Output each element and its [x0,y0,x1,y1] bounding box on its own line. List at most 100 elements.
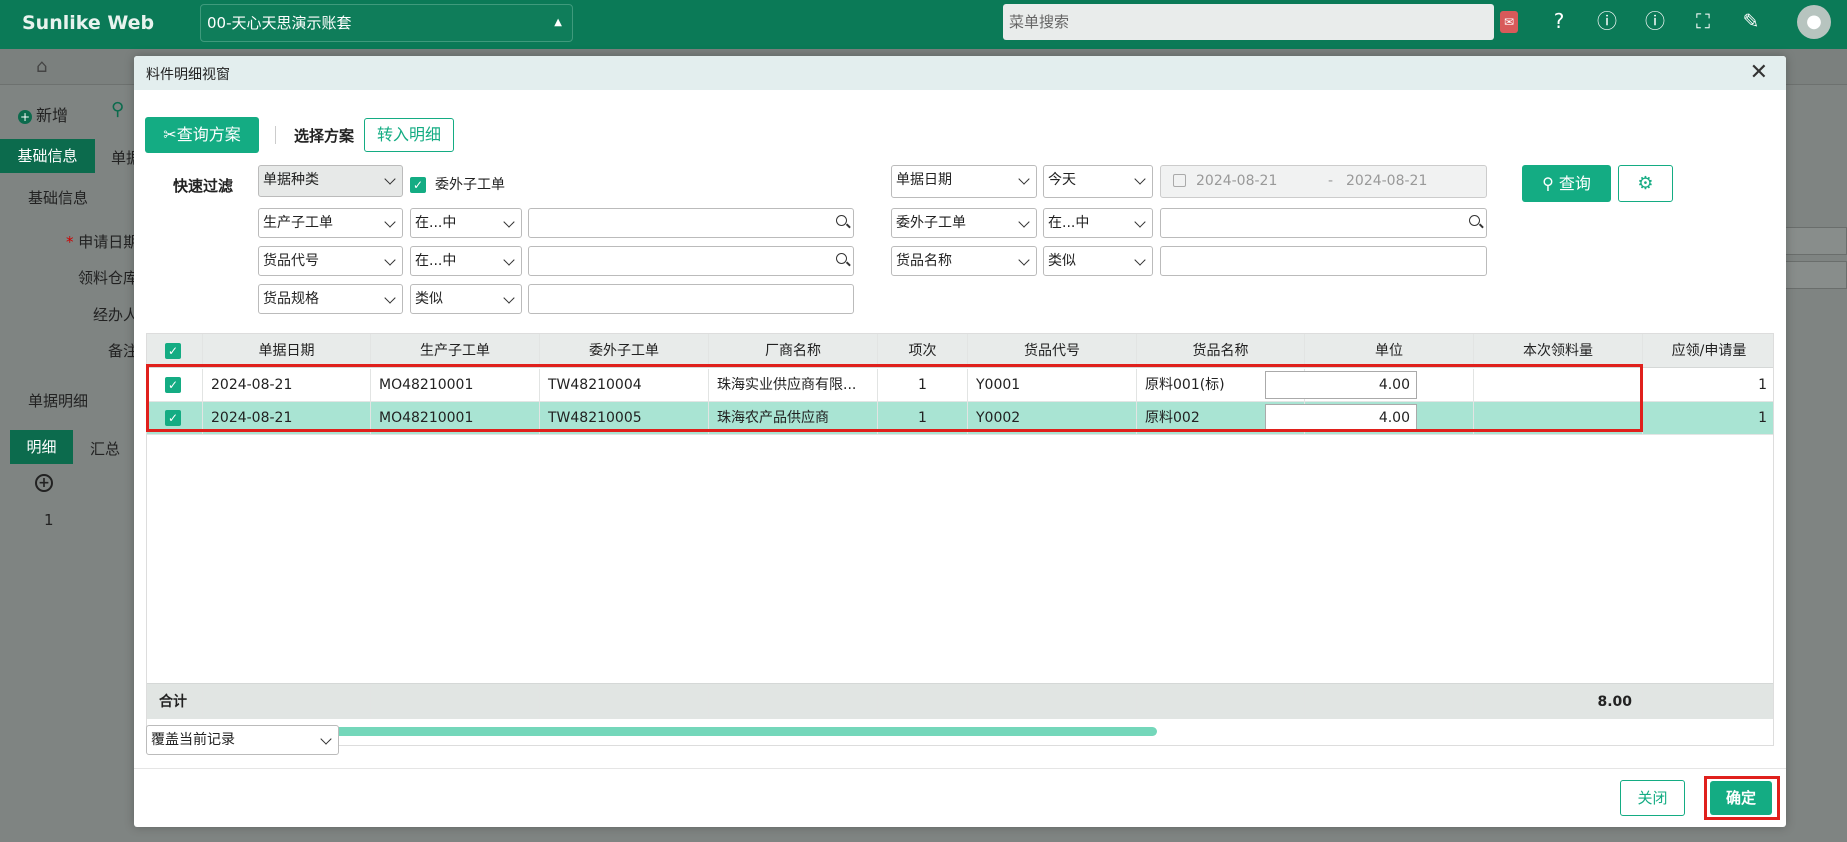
filter-field-select-5[interactable]: 货品规格 [258,284,403,314]
col-header-name[interactable]: 货品名称 [1137,334,1305,367]
dialog-header: 料件明细视窗 ✕ [134,56,1786,90]
chevron-down-icon [384,216,396,228]
top-icons: ✉ ? ⓘ ⓘ ⛶ ✎ [1500,8,1764,34]
chevron-down-icon [1134,216,1146,228]
filter-op-select-5[interactable]: 类似 [410,284,522,314]
search-icon[interactable] [1469,215,1480,226]
info-icon[interactable]: ⓘ [1594,8,1620,34]
query-scheme-button[interactable]: ✂查询方案 [145,117,259,153]
bg-add-row-icon[interactable]: + [35,474,53,492]
chevron-down-icon [384,292,396,304]
notification-icon[interactable]: ✉ [1500,11,1518,33]
bg-add-button[interactable]: + 新增 [18,102,68,126]
fullscreen-icon[interactable]: ⛶ [1690,8,1716,34]
foot-cell [1643,684,1773,719]
filter-value-input-1[interactable] [528,208,854,238]
avatar[interactable]: ● [1797,5,1831,39]
bg-tab-basic[interactable]: 基础信息 [0,139,95,173]
foot-cell [878,684,968,719]
close-icon[interactable]: ✕ [1750,60,1768,85]
col-header-req[interactable]: 应领/申请量 [1643,334,1773,367]
filter-field-select-4[interactable]: 货品名称 [891,246,1037,276]
bg-field-request-date: * 申请日期 [66,233,139,251]
filter-field-select-2[interactable]: 委外子工单 [891,208,1037,238]
bg-field-handler: 经办人 [93,306,139,324]
filter-field-select-1[interactable]: 生产子工单 [258,208,403,238]
date-from: 2024-08-21 [1196,173,1278,189]
brand-logo: Sunlike Web [22,12,155,34]
col-header-vendor[interactable]: 厂商名称 [709,334,878,367]
clean-icon[interactable]: ✎ [1738,8,1764,34]
ok-button[interactable]: 确定 [1710,781,1772,815]
account-name: 00-天心天思演示账套 [207,14,352,32]
overwrite-mode-select[interactable]: 覆盖当前记录 [146,725,339,755]
bg-row-number: 1 [44,511,54,529]
chevron-down-icon [503,292,515,304]
close-button[interactable]: 关闭 [1620,780,1685,816]
filter-value-input-5[interactable] [528,284,854,314]
cell-req: 1 [1758,377,1767,393]
foot-cell [371,684,540,719]
bg-tab-summary[interactable]: 汇总 [90,438,120,459]
filter-op-select-4[interactable]: 类似 [1043,246,1153,276]
plus-icon: + [18,110,32,124]
chevron-down-icon [1018,254,1030,266]
calendar-icon [1173,174,1186,187]
material-detail-dialog: 料件明细视窗 ✕ ✂查询方案 选择方案 转入明细 快速过滤 单据种类 ✓ 委外子… [134,56,1786,827]
menu-search-input[interactable]: 菜单搜索 [1003,4,1494,40]
gear-icon: ⚙ [1637,173,1654,194]
doc-date-field-select[interactable]: 单据日期 [891,165,1037,198]
col-header-code[interactable]: 货品代号 [968,334,1137,367]
date-range-input[interactable]: 2024-08-21 - 2024-08-21 [1160,165,1487,198]
foot-cell [540,684,709,719]
select-all-checkbox[interactable]: ✓ [165,343,181,359]
search-icon[interactable] [836,215,847,226]
bg-section-detail: 单据明细 [28,392,89,410]
help-icon[interactable]: ? [1546,8,1572,34]
filter-op-select-2[interactable]: 在...中 [1043,208,1153,238]
chevron-down-icon [384,254,396,266]
foot-cell [203,684,371,719]
col-header-date[interactable]: 单据日期 [203,334,371,367]
home-icon[interactable]: ⌂ [36,56,47,77]
query-button[interactable]: ⚲ 查询 [1522,165,1611,202]
filter-value-input-3[interactable] [528,246,854,276]
col-header-tw[interactable]: 委外子工单 [540,334,709,367]
bg-search-icon[interactable]: ⚲ [111,99,124,120]
date-to: 2024-08-21 [1346,173,1428,189]
top-bar: Sunlike Web 00-天心天思演示账套 ▲ 菜单搜索 ✉ ? ⓘ ⓘ ⛶… [0,0,1847,49]
col-header-qty[interactable]: 本次领料量 [1474,334,1643,367]
chevron-down-icon [1018,173,1030,185]
col-header-unit[interactable]: 单位 [1305,334,1474,367]
grid-header: ✓ 单据日期 生产子工单 委外子工单 厂商名称 项次 货品代号 货品名称 单位 … [147,334,1773,368]
grid-footer: 合计 8.00 [147,683,1773,719]
choose-scheme-label[interactable]: 选择方案 [294,125,354,146]
filter-value-input-4[interactable] [1160,246,1487,276]
foot-cell [1305,684,1474,719]
account-select[interactable]: 00-天心天思演示账套 ▲ [200,4,573,42]
bg-right-field-1 [1779,227,1847,255]
filter-op-select-3[interactable]: 在...中 [410,246,522,276]
wrench-icon: ✂ [163,125,177,144]
chevron-down-icon [384,173,396,185]
search-icon[interactable] [836,253,847,264]
about-icon[interactable]: ⓘ [1642,8,1668,34]
chevron-down-icon [1134,254,1146,266]
chevron-down-icon [1134,173,1146,185]
chevron-down-icon [503,254,515,266]
col-header-seq[interactable]: 项次 [878,334,968,367]
bg-tab-detail[interactable]: 明细 [10,430,73,464]
outsource-checkbox[interactable]: ✓ [410,177,426,193]
filter-value-input-2[interactable] [1160,208,1487,238]
filter-op-select-1[interactable]: 在...中 [410,208,522,238]
cell-req: 1 [1758,410,1767,426]
outsource-checkbox-label: 委外子工单 [435,177,505,193]
doc-type-select[interactable]: 单据种类 [258,165,403,197]
chevron-down-icon [503,216,515,228]
settings-button[interactable]: ⚙ [1618,165,1673,202]
date-preset-select[interactable]: 今天 [1043,165,1153,198]
filter-field-select-3[interactable]: 货品代号 [258,246,403,276]
divider [275,126,276,144]
col-header-mo[interactable]: 生产子工单 [371,334,540,367]
transfer-detail-button[interactable]: 转入明细 [364,118,454,152]
